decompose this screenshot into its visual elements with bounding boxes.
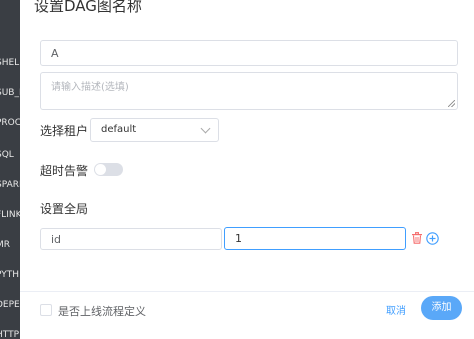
global-params-label: 设置全局 <box>40 202 89 216</box>
tenant-label: 选择租户 <box>40 124 89 138</box>
global-param-key-input[interactable]: id <box>40 228 222 250</box>
timeout-alert-toggle[interactable] <box>94 163 123 176</box>
task-type-spark: SPARK <box>0 180 20 190</box>
description-placeholder: 请输入描述(选填) <box>51 82 129 93</box>
task-type-dependent: DEPE <box>0 300 20 310</box>
global-param-value-input[interactable]: 1 <box>224 227 406 250</box>
task-type-mr: MR <box>0 240 11 250</box>
footer-divider <box>20 291 474 292</box>
add-button[interactable]: 添加 <box>421 296 462 320</box>
publish-online-label: 是否上线流程定义 <box>58 305 146 318</box>
task-type-python: PYTH <box>0 270 19 280</box>
task-type-http: HTTP <box>0 330 20 339</box>
task-type-sql: SQL <box>0 150 14 160</box>
tenant-selected-value: default <box>101 124 137 135</box>
timeout-alert-label: 超时告警 <box>40 164 89 178</box>
description-textarea[interactable]: 请输入描述(选填) <box>40 72 458 110</box>
toggle-knob <box>95 164 106 175</box>
task-type-procedure: PROC <box>0 118 20 128</box>
chevron-down-icon <box>200 123 211 134</box>
dialog-title: 设置DAG图名称 <box>34 0 142 15</box>
tenant-select[interactable]: default <box>90 118 219 142</box>
cancel-button[interactable]: 取消 <box>386 302 406 317</box>
resize-handle-icon[interactable] <box>448 100 455 107</box>
dag-name-dialog: 设置DAG图名称 A 请输入描述(选填) 选择租户 default 超时告警 设… <box>20 0 474 339</box>
dag-name-input[interactable]: A <box>40 40 458 66</box>
task-type-flink: FLINK <box>0 210 20 220</box>
task-type-sub-process: SUB_P <box>0 88 20 98</box>
add-circle-icon[interactable] <box>426 232 439 245</box>
delete-icon[interactable] <box>411 232 423 244</box>
task-type-shell: SHELL <box>0 58 20 68</box>
background-task-type-list: SHELL SUB_P PROC SQL SPARK FLINK MR PYTH… <box>0 0 20 339</box>
publish-online-checkbox[interactable] <box>40 304 52 316</box>
